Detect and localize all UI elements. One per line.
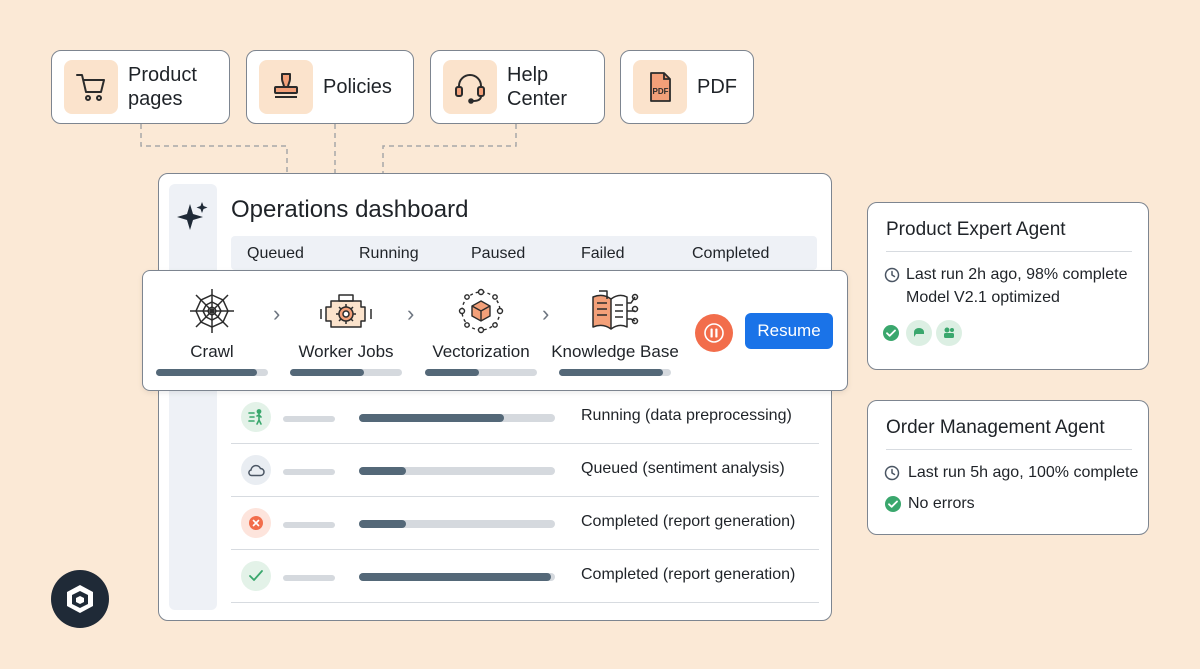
pause-button[interactable] [695,314,733,352]
dashboard-sidebar [169,184,217,610]
stage-progress-fill [425,369,479,376]
stage-label: Crawl [190,342,234,361]
pdf-file-icon: PDF [633,60,687,114]
tab-queued[interactable]: Queued [247,245,304,263]
stage-label: Vectorization [432,342,530,361]
tab-completed[interactable]: Completed [692,245,769,263]
page-title: Operations dashboard [231,196,469,223]
engine-gear-icon [320,294,372,328]
stage-progress-fill [290,369,364,376]
source-card-help-center[interactable]: Help Center [430,50,605,124]
agent-title: Order Management Agent [886,417,1105,438]
agent-last-run: Last run 2h ago, 98% complete [906,266,1128,283]
pipeline-panel: Crawl › Worker Jobs › Vectorization › Kn… [142,270,848,391]
clock-icon [884,267,900,283]
stage-progress-track [290,369,402,376]
capability-badge-tools[interactable] [936,320,962,346]
stage-crawl[interactable]: Crawl [143,271,281,392]
stage-vectorization[interactable]: Vectorization [412,271,550,392]
stamp-icon [259,60,313,114]
source-label: Policies [323,76,392,98]
stage-knowledge-base[interactable]: Knowledge Base [545,271,685,392]
agent-errors: No errors [908,495,975,512]
brand-logo-icon [67,585,93,613]
row-status-text: Queued (sentiment analysis) [581,460,785,477]
stage-progress-track [425,369,537,376]
tab-paused[interactable]: Paused [471,245,525,263]
resume-button[interactable]: Resume [745,313,833,349]
row-placeholder-bar [283,522,335,528]
check-icon [241,561,271,591]
source-label: Help Center [507,64,568,110]
row-progress-fill [359,573,552,581]
vector-cube-icon [458,288,504,334]
app-logo-button[interactable] [51,570,109,628]
stage-progress-track [559,369,671,376]
row-progress-track [359,467,555,475]
row-placeholder-bar [283,416,335,422]
stage-progress-fill [559,369,664,376]
error-icon [241,508,271,538]
capability-badge-chat[interactable] [906,320,932,346]
row-progress-fill [359,414,505,422]
run-icon [241,402,271,432]
stage-progress-fill [156,369,257,376]
stage-worker-jobs[interactable]: Worker Jobs [277,271,415,392]
table-row[interactable]: Completed (report generation) [231,498,819,550]
source-label: PDF [697,76,737,98]
sparkle-icon [177,202,208,230]
status-tabs: Queued Running Paused Failed Completed [231,236,817,270]
chat-icon [914,328,924,337]
tab-running[interactable]: Running [359,245,419,263]
row-progress-track [359,414,555,422]
table-row[interactable]: Queued (sentiment analysis) [231,445,819,497]
cloud-icon [241,455,271,485]
operations-dashboard: Operations dashboard Queued Running Paus… [158,173,832,621]
row-status-text: Running (data preprocessing) [581,407,792,424]
headset-icon [443,60,497,114]
row-status-text: Completed (report generation) [581,513,796,530]
tools-icon [944,327,954,338]
row-placeholder-bar [283,575,335,581]
pdf-badge-text: PDF [653,87,669,96]
row-placeholder-bar [283,469,335,475]
source-card-policies[interactable]: Policies [246,50,414,124]
knowledge-book-icon [592,290,639,330]
stage-label: Knowledge Base [551,342,679,361]
order-management-agent-card[interactable]: Order Management Agent Last run 5h ago, … [867,400,1149,535]
divider [886,251,1132,252]
agent-last-run: Last run 5h ago, 100% complete [908,464,1139,481]
row-progress-fill [359,520,407,528]
stage-label: Worker Jobs [298,342,394,361]
stage-progress-track [156,369,268,376]
check-circle-icon [885,496,901,512]
table-row[interactable]: Completed (report generation) [231,551,819,603]
row-progress-fill [359,467,407,475]
pause-icon [704,323,724,343]
shopping-cart-icon [64,60,118,114]
row-status-text: Completed (report generation) [581,566,796,583]
clock-icon [884,465,900,481]
divider [886,449,1132,450]
spider-web-icon [190,289,234,333]
product-expert-agent-card[interactable]: Product Expert Agent Last run 2h ago, 98… [867,202,1149,370]
row-progress-track [359,520,555,528]
agent-title: Product Expert Agent [886,219,1066,240]
tab-failed[interactable]: Failed [581,245,625,263]
source-card-product-pages[interactable]: Product pages [51,50,230,124]
check-circle-icon [883,325,899,341]
source-card-pdf[interactable]: PDF PDF [620,50,754,124]
row-progress-track [359,573,555,581]
source-label: Product pages [128,64,197,110]
table-row[interactable]: Running (data preprocessing) [231,392,819,444]
agent-model: Model V2.1 optimized [906,289,1060,306]
